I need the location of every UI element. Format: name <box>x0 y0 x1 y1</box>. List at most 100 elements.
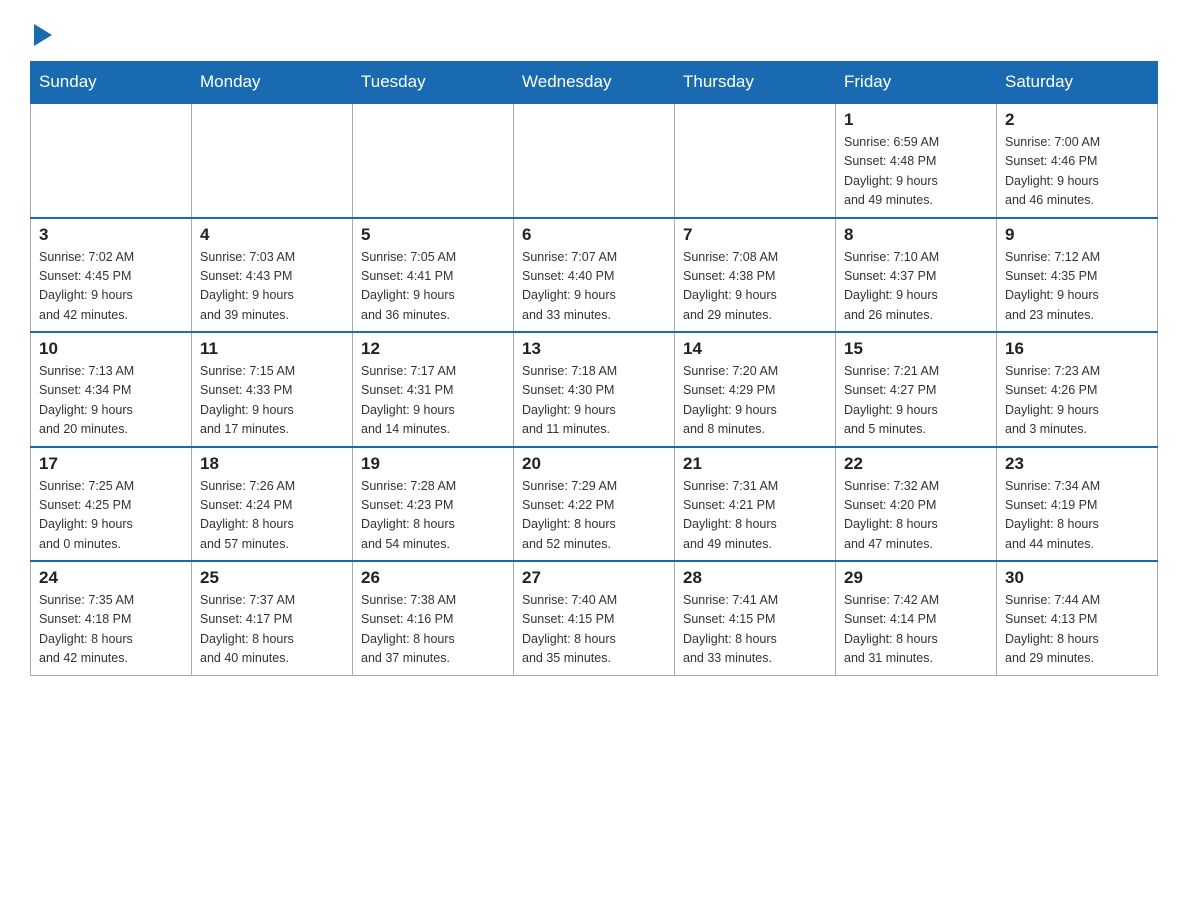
day-number: 24 <box>39 568 183 588</box>
week-row-4: 17 Sunrise: 7:25 AM Sunset: 4:25 PM Dayli… <box>31 447 1158 562</box>
day-number: 15 <box>844 339 988 359</box>
day-info: Sunrise: 7:31 AM Sunset: 4:21 PM Dayligh… <box>683 477 827 555</box>
weekday-header-wednesday: Wednesday <box>514 62 675 104</box>
day-number: 20 <box>522 454 666 474</box>
day-info: Sunrise: 7:23 AM Sunset: 4:26 PM Dayligh… <box>1005 362 1149 440</box>
day-number: 14 <box>683 339 827 359</box>
day-number: 25 <box>200 568 344 588</box>
day-info: Sunrise: 7:44 AM Sunset: 4:13 PM Dayligh… <box>1005 591 1149 669</box>
day-number: 19 <box>361 454 505 474</box>
calendar-cell: 28 Sunrise: 7:41 AM Sunset: 4:15 PM Dayli… <box>675 561 836 675</box>
day-number: 6 <box>522 225 666 245</box>
calendar-cell: 10Sunrise: 7:13 AM Sunset: 4:34 PM Dayli… <box>31 332 192 447</box>
day-info: Sunrise: 7:41 AM Sunset: 4:15 PM Dayligh… <box>683 591 827 669</box>
day-number: 28 <box>683 568 827 588</box>
day-number: 13 <box>522 339 666 359</box>
calendar-cell: 6 Sunrise: 7:07 AM Sunset: 4:40 PM Daylig… <box>514 218 675 333</box>
day-number: 23 <box>1005 454 1149 474</box>
calendar-cell: 15Sunrise: 7:21 AM Sunset: 4:27 PM Dayli… <box>836 332 997 447</box>
weekday-header-saturday: Saturday <box>997 62 1158 104</box>
calendar-cell: 24 Sunrise: 7:35 AM Sunset: 4:18 PM Dayli… <box>31 561 192 675</box>
day-number: 30 <box>1005 568 1149 588</box>
day-info: Sunrise: 7:18 AM Sunset: 4:30 PM Dayligh… <box>522 362 666 440</box>
weekday-header-tuesday: Tuesday <box>353 62 514 104</box>
day-number: 17 <box>39 454 183 474</box>
day-number: 16 <box>1005 339 1149 359</box>
calendar-cell: 9 Sunrise: 7:12 AM Sunset: 4:35 PM Daylig… <box>997 218 1158 333</box>
calendar-cell <box>675 103 836 218</box>
logo-arrow-icon <box>34 24 52 46</box>
weekday-header-sunday: Sunday <box>31 62 192 104</box>
day-info: Sunrise: 7:02 AM Sunset: 4:45 PM Dayligh… <box>39 248 183 326</box>
day-info: Sunrise: 7:05 AM Sunset: 4:41 PM Dayligh… <box>361 248 505 326</box>
weekday-header-monday: Monday <box>192 62 353 104</box>
day-info: Sunrise: 7:07 AM Sunset: 4:40 PM Dayligh… <box>522 248 666 326</box>
day-number: 8 <box>844 225 988 245</box>
calendar-cell <box>31 103 192 218</box>
day-info: Sunrise: 7:29 AM Sunset: 4:22 PM Dayligh… <box>522 477 666 555</box>
day-number: 21 <box>683 454 827 474</box>
calendar-cell: 7Sunrise: 7:08 AM Sunset: 4:38 PM Daylig… <box>675 218 836 333</box>
day-number: 7 <box>683 225 827 245</box>
calendar-cell <box>514 103 675 218</box>
calendar-cell: 18Sunrise: 7:26 AM Sunset: 4:24 PM Dayli… <box>192 447 353 562</box>
day-info: Sunrise: 7:17 AM Sunset: 4:31 PM Dayligh… <box>361 362 505 440</box>
calendar-cell: 11 Sunrise: 7:15 AM Sunset: 4:33 PM Dayli… <box>192 332 353 447</box>
day-number: 11 <box>200 339 344 359</box>
day-number: 2 <box>1005 110 1149 130</box>
calendar-cell: 19 Sunrise: 7:28 AM Sunset: 4:23 PM Dayli… <box>353 447 514 562</box>
week-row-1: 1 Sunrise: 6:59 AM Sunset: 4:48 PM Daylig… <box>31 103 1158 218</box>
calendar-cell: 4 Sunrise: 7:03 AM Sunset: 4:43 PM Daylig… <box>192 218 353 333</box>
day-info: Sunrise: 7:10 AM Sunset: 4:37 PM Dayligh… <box>844 248 988 326</box>
calendar-cell: 29 Sunrise: 7:42 AM Sunset: 4:14 PM Dayli… <box>836 561 997 675</box>
calendar-cell: 22Sunrise: 7:32 AM Sunset: 4:20 PM Dayli… <box>836 447 997 562</box>
calendar-cell: 27 Sunrise: 7:40 AM Sunset: 4:15 PM Dayli… <box>514 561 675 675</box>
calendar-cell <box>353 103 514 218</box>
day-info: Sunrise: 7:26 AM Sunset: 4:24 PM Dayligh… <box>200 477 344 555</box>
day-number: 3 <box>39 225 183 245</box>
calendar-cell: 2 Sunrise: 7:00 AM Sunset: 4:46 PM Daylig… <box>997 103 1158 218</box>
calendar-cell: 13 Sunrise: 7:18 AM Sunset: 4:30 PM Dayli… <box>514 332 675 447</box>
calendar-cell: 21 Sunrise: 7:31 AM Sunset: 4:21 PM Dayli… <box>675 447 836 562</box>
week-row-5: 24 Sunrise: 7:35 AM Sunset: 4:18 PM Dayli… <box>31 561 1158 675</box>
day-number: 5 <box>361 225 505 245</box>
day-info: Sunrise: 7:28 AM Sunset: 4:23 PM Dayligh… <box>361 477 505 555</box>
day-info: Sunrise: 7:20 AM Sunset: 4:29 PM Dayligh… <box>683 362 827 440</box>
calendar-cell: 14 Sunrise: 7:20 AM Sunset: 4:29 PM Dayli… <box>675 332 836 447</box>
weekday-header-thursday: Thursday <box>675 62 836 104</box>
day-info: Sunrise: 7:42 AM Sunset: 4:14 PM Dayligh… <box>844 591 988 669</box>
logo <box>30 20 52 51</box>
day-info: Sunrise: 7:32 AM Sunset: 4:20 PM Dayligh… <box>844 477 988 555</box>
calendar-cell: 30 Sunrise: 7:44 AM Sunset: 4:13 PM Dayli… <box>997 561 1158 675</box>
week-row-2: 3 Sunrise: 7:02 AM Sunset: 4:45 PM Daylig… <box>31 218 1158 333</box>
day-info: Sunrise: 6:59 AM Sunset: 4:48 PM Dayligh… <box>844 133 988 211</box>
day-number: 4 <box>200 225 344 245</box>
calendar-cell: 25 Sunrise: 7:37 AM Sunset: 4:17 PM Dayli… <box>192 561 353 675</box>
day-number: 12 <box>361 339 505 359</box>
day-number: 1 <box>844 110 988 130</box>
day-number: 26 <box>361 568 505 588</box>
day-number: 9 <box>1005 225 1149 245</box>
calendar-cell: 20 Sunrise: 7:29 AM Sunset: 4:22 PM Dayli… <box>514 447 675 562</box>
day-info: Sunrise: 7:03 AM Sunset: 4:43 PM Dayligh… <box>200 248 344 326</box>
weekday-header-row: SundayMondayTuesdayWednesdayThursdayFrid… <box>31 62 1158 104</box>
page-header <box>30 20 1158 51</box>
calendar-cell: 23 Sunrise: 7:34 AM Sunset: 4:19 PM Dayli… <box>997 447 1158 562</box>
day-info: Sunrise: 7:12 AM Sunset: 4:35 PM Dayligh… <box>1005 248 1149 326</box>
day-info: Sunrise: 7:37 AM Sunset: 4:17 PM Dayligh… <box>200 591 344 669</box>
day-info: Sunrise: 7:25 AM Sunset: 4:25 PM Dayligh… <box>39 477 183 555</box>
calendar-cell: 3 Sunrise: 7:02 AM Sunset: 4:45 PM Daylig… <box>31 218 192 333</box>
day-number: 27 <box>522 568 666 588</box>
day-info: Sunrise: 7:15 AM Sunset: 4:33 PM Dayligh… <box>200 362 344 440</box>
calendar-cell: 1 Sunrise: 6:59 AM Sunset: 4:48 PM Daylig… <box>836 103 997 218</box>
day-info: Sunrise: 7:40 AM Sunset: 4:15 PM Dayligh… <box>522 591 666 669</box>
calendar-cell: 12 Sunrise: 7:17 AM Sunset: 4:31 PM Dayli… <box>353 332 514 447</box>
day-info: Sunrise: 7:00 AM Sunset: 4:46 PM Dayligh… <box>1005 133 1149 211</box>
day-info: Sunrise: 7:13 AM Sunset: 4:34 PM Dayligh… <box>39 362 183 440</box>
calendar-cell <box>192 103 353 218</box>
day-info: Sunrise: 7:34 AM Sunset: 4:19 PM Dayligh… <box>1005 477 1149 555</box>
day-number: 29 <box>844 568 988 588</box>
weekday-header-friday: Friday <box>836 62 997 104</box>
day-info: Sunrise: 7:35 AM Sunset: 4:18 PM Dayligh… <box>39 591 183 669</box>
calendar-table: SundayMondayTuesdayWednesdayThursdayFrid… <box>30 61 1158 676</box>
